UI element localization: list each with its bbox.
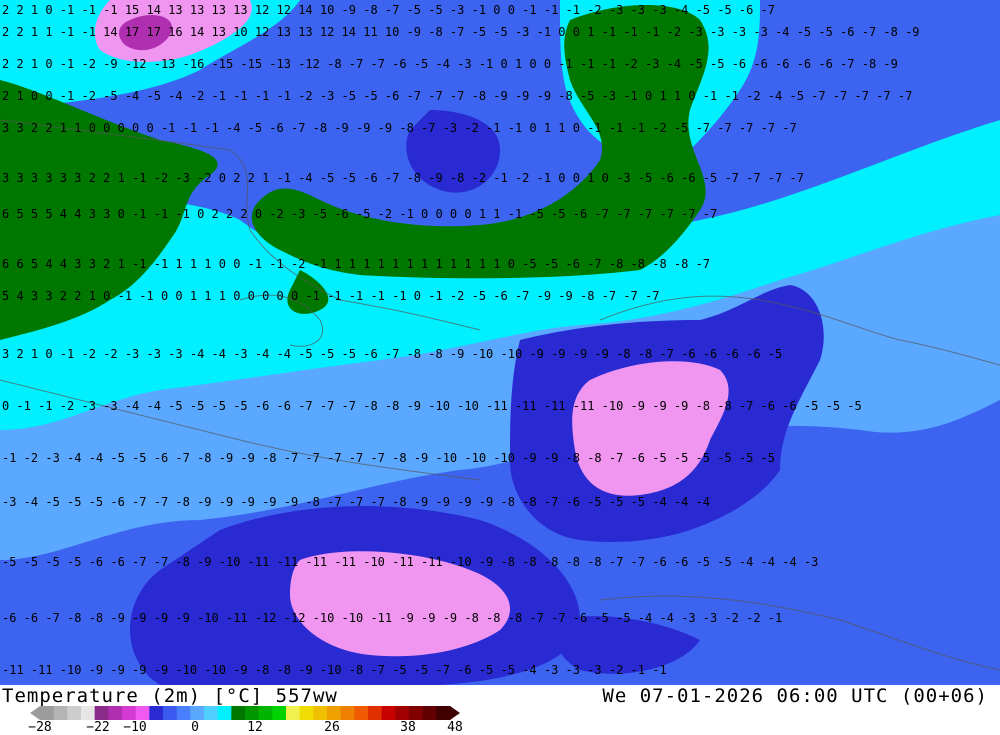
contour-label-row: 2 2 1 0 -1 -2 -9 -12 -13 -16 -15 -15 -13… — [2, 57, 898, 71]
contour-label-row: 2 2 1 0 -1 -1 -1 15 14 13 13 13 13 12 12… — [2, 3, 775, 17]
colorbar-swatch — [368, 706, 383, 720]
colorbar-swatch — [272, 706, 287, 720]
colorbar-swatch — [286, 706, 301, 720]
contour-label-row: -6 -6 -7 -8 -8 -9 -9 -9 -9 -10 -11 -12 -… — [2, 611, 782, 625]
colorbar-swatch — [135, 706, 150, 720]
contour-label-row: 6 5 5 5 4 4 3 3 0 -1 -1 -1 0 2 2 2 0 -2 … — [2, 207, 717, 221]
contour-label-row: 6 6 5 4 4 3 3 2 1 -1 -1 1 1 1 0 0 -1 -1 … — [2, 257, 710, 271]
contour-label-row: 3 3 2 2 1 1 0 0 0 0 0 -1 -1 -1 -4 -5 -6 … — [2, 121, 797, 135]
colorbar-swatch — [258, 706, 273, 720]
contour-label-row: -11 -11 -10 -9 -9 -9 -9 -10 -10 -9 -8 -8… — [2, 663, 667, 677]
colorbar-swatch — [67, 706, 82, 720]
colorbar-swatch — [381, 706, 396, 720]
colorbar-arrow-left — [30, 706, 40, 720]
contour-label-row: -5 -5 -5 -5 -6 -6 -7 -7 -8 -9 -10 -11 -1… — [2, 555, 818, 569]
colorbar-swatch — [422, 706, 437, 720]
colorbar-swatch — [313, 706, 328, 720]
colorbar-swatch — [40, 706, 55, 720]
colorbar-swatch — [94, 706, 109, 720]
contour-label-row: -3 -4 -5 -5 -5 -6 -7 -7 -8 -9 -9 -9 -9 -… — [2, 495, 710, 509]
colorbar-swatch — [231, 706, 246, 720]
colorbar-swatch — [176, 706, 191, 720]
contour-label-row: 5 4 3 3 2 2 1 0 -1 -1 0 0 1 1 1 0 0 0 0 … — [2, 289, 659, 303]
colorbar-swatch — [122, 706, 137, 720]
contour-label-row: 2 1 0 0 -1 -2 -5 -4 -5 -4 -2 -1 -1 -1 -1… — [2, 89, 912, 103]
colorbar-swatch — [53, 706, 68, 720]
colorbar-swatch — [340, 706, 355, 720]
contour-label-row: 0 -1 -1 -2 -3 -3 -4 -4 -5 -5 -5 -5 -6 -6… — [2, 399, 862, 413]
map-footer: Temperature (2m) [°C] 557ww We 07-01-202… — [0, 685, 1000, 735]
colorbar-swatch — [395, 706, 410, 720]
map-timestamp: We 07-01-2026 06:00 UTC (00+06) — [602, 685, 988, 707]
colorbar-swatch — [409, 706, 424, 720]
colorbar-swatch — [245, 706, 260, 720]
colorbar-swatch — [108, 706, 123, 720]
contour-label-row: 3 2 1 0 -1 -2 -2 -3 -3 -3 -4 -4 -3 -4 -4… — [2, 347, 782, 361]
colorbar — [30, 706, 460, 720]
colorbar-swatch — [204, 706, 219, 720]
colorbar-swatch — [217, 706, 232, 720]
temperature-map: 2 2 1 0 -1 -1 -1 15 14 13 13 13 13 12 12… — [0, 0, 1000, 685]
contour-label-row: 2 2 1 1 -1 -1 14 17 17 16 14 13 10 12 13… — [2, 25, 920, 39]
map-title: Temperature (2m) [°C] 557ww — [2, 685, 338, 707]
colorbar-swatch — [149, 706, 164, 720]
colorbar-swatch — [354, 706, 369, 720]
colorbar-arrow-right — [450, 706, 460, 720]
colorbar-swatch — [190, 706, 205, 720]
colorbar-swatch — [299, 706, 314, 720]
contour-label-row: -1 -2 -3 -4 -4 -5 -5 -6 -7 -8 -9 -9 -8 -… — [2, 451, 775, 465]
colorbar-swatch — [81, 706, 96, 720]
colorbar-swatch — [327, 706, 342, 720]
colorbar-swatch — [436, 706, 451, 720]
contour-label-row: 3 3 3 3 3 3 2 2 1 -1 -2 -3 -2 0 2 2 1 -1… — [2, 171, 804, 185]
colorbar-swatch — [163, 706, 178, 720]
